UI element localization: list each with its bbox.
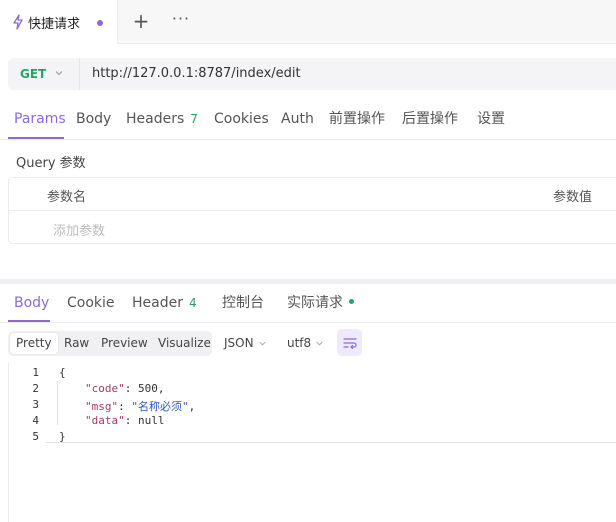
json-value: 500 — [138, 382, 158, 395]
code-line: "msg": "名称必须", — [85, 400, 196, 413]
tab-label: 后置操作 — [402, 111, 458, 127]
json-key: "code" — [85, 382, 125, 395]
encoding-label: utf8 — [287, 336, 312, 350]
params-table-header: 参数名 参数值 — [9, 178, 616, 211]
request-tabs: Params Body Headers 7 Cookies Auth 前置操作 后… — [0, 100, 616, 140]
tab-quick-request[interactable]: 快捷请求 — [0, 0, 118, 44]
param-value-header: 参数值 — [553, 190, 593, 205]
response-code-viewer[interactable]: 1 2 3 4 5 { "code": 500, "msg": "名称必须", … — [8, 363, 616, 522]
add-param-input[interactable]: 添加参数 — [53, 220, 105, 239]
format-label: JSON — [224, 336, 254, 350]
tab-label: Header — [132, 295, 183, 311]
response-tabs: Body Cookie Header 4 控制台 实际请求 — [0, 284, 616, 323]
tab-label: Headers — [126, 111, 185, 127]
chevron-down-icon — [259, 341, 266, 346]
chevron-down-icon — [316, 341, 323, 346]
encoding-select[interactable]: utf8 — [287, 331, 324, 356]
line-number: 2 — [32, 382, 39, 395]
tab-response-cookie[interactable]: Cookie — [67, 284, 115, 323]
indent-guide — [57, 381, 58, 425]
json-separator: , — [188, 400, 196, 413]
tab-headers[interactable]: Headers 7 — [126, 100, 198, 140]
code-brace-open: { — [59, 366, 66, 379]
tab-settings[interactable]: 设置 — [477, 100, 505, 140]
active-tab-indicator — [8, 320, 50, 322]
active-tab-indicator — [8, 137, 64, 139]
query-params-title: Query 参数 — [16, 156, 86, 171]
url-input[interactable]: http://127.0.0.1:8787/index/edit — [92, 58, 301, 90]
line-number: 5 — [32, 430, 39, 443]
tab-response-header[interactable]: Header 4 — [132, 284, 197, 323]
tab-post-request[interactable]: 后置操作 — [402, 100, 458, 140]
status-dot — [349, 298, 354, 304]
format-select[interactable]: JSON — [224, 331, 267, 356]
tab-label: Cookies — [214, 111, 269, 127]
tab-params[interactable]: Params — [14, 100, 66, 140]
code-brace-close: } — [59, 430, 66, 443]
view-raw-button[interactable]: Raw — [64, 331, 89, 356]
chevron-down-icon — [55, 71, 63, 76]
tab-cookies[interactable]: Cookies — [214, 100, 269, 140]
view-mode-segmented: Pretty Raw Preview Visualize — [8, 331, 212, 356]
line-number: 4 — [32, 414, 39, 427]
tab-label: Cookie — [67, 295, 115, 311]
json-value: null — [138, 414, 165, 427]
json-separator: , — [157, 382, 165, 395]
method-label: GET — [20, 67, 47, 81]
json-key: "data" — [85, 414, 125, 427]
unsaved-dot — [97, 20, 103, 26]
tab-label: Body — [14, 295, 50, 311]
code-line: "data": null — [85, 414, 165, 427]
tab-label: Body — [76, 111, 112, 127]
json-value: "名称必须" — [131, 400, 189, 413]
tab-pre-request[interactable]: 前置操作 — [329, 100, 385, 140]
tab-response-body[interactable]: Body — [14, 284, 49, 323]
params-table: 参数名 参数值 添加参数 — [8, 177, 616, 244]
tab-label: 前置操作 — [329, 111, 385, 127]
tab-console[interactable]: 控制台 — [222, 284, 264, 323]
tab-label: 设置 — [477, 111, 505, 127]
more-icon[interactable]: ··· — [170, 9, 192, 33]
tab-body[interactable]: Body — [76, 100, 111, 140]
bolt-icon — [13, 14, 23, 30]
tab-auth[interactable]: Auth — [281, 100, 314, 140]
tab-strip: 快捷请求 + ··· — [0, 0, 616, 44]
tab-label: Auth — [281, 111, 314, 127]
tab-title: 快捷请求 — [28, 16, 81, 32]
wrap-lines-icon — [342, 337, 357, 349]
view-visualize-button[interactable]: Visualize — [158, 331, 211, 356]
word-wrap-button[interactable] — [337, 329, 362, 356]
new-tab-button[interactable]: + — [130, 9, 152, 33]
tab-label: Params — [14, 111, 66, 127]
view-preview-button[interactable]: Preview — [101, 331, 148, 356]
headers-count: 7 — [190, 112, 198, 126]
current-line-highlight — [45, 429, 616, 443]
tab-label: 实际请求 — [287, 295, 343, 311]
method-select[interactable]: GET — [8, 58, 80, 90]
tab-label: 控制台 — [222, 295, 264, 311]
json-key: "msg" — [85, 400, 119, 413]
response-header-count: 4 — [188, 296, 197, 310]
tab-actual-request[interactable]: 实际请求 — [287, 284, 354, 323]
line-number: 3 — [32, 398, 39, 411]
view-pretty-button[interactable]: Pretty — [10, 333, 58, 354]
code-line: "code": 500, — [85, 382, 165, 395]
param-name-header: 参数名 — [47, 190, 87, 205]
url-bar: GET http://127.0.0.1:8787/index/edit — [8, 58, 616, 90]
line-number: 1 — [32, 366, 39, 379]
